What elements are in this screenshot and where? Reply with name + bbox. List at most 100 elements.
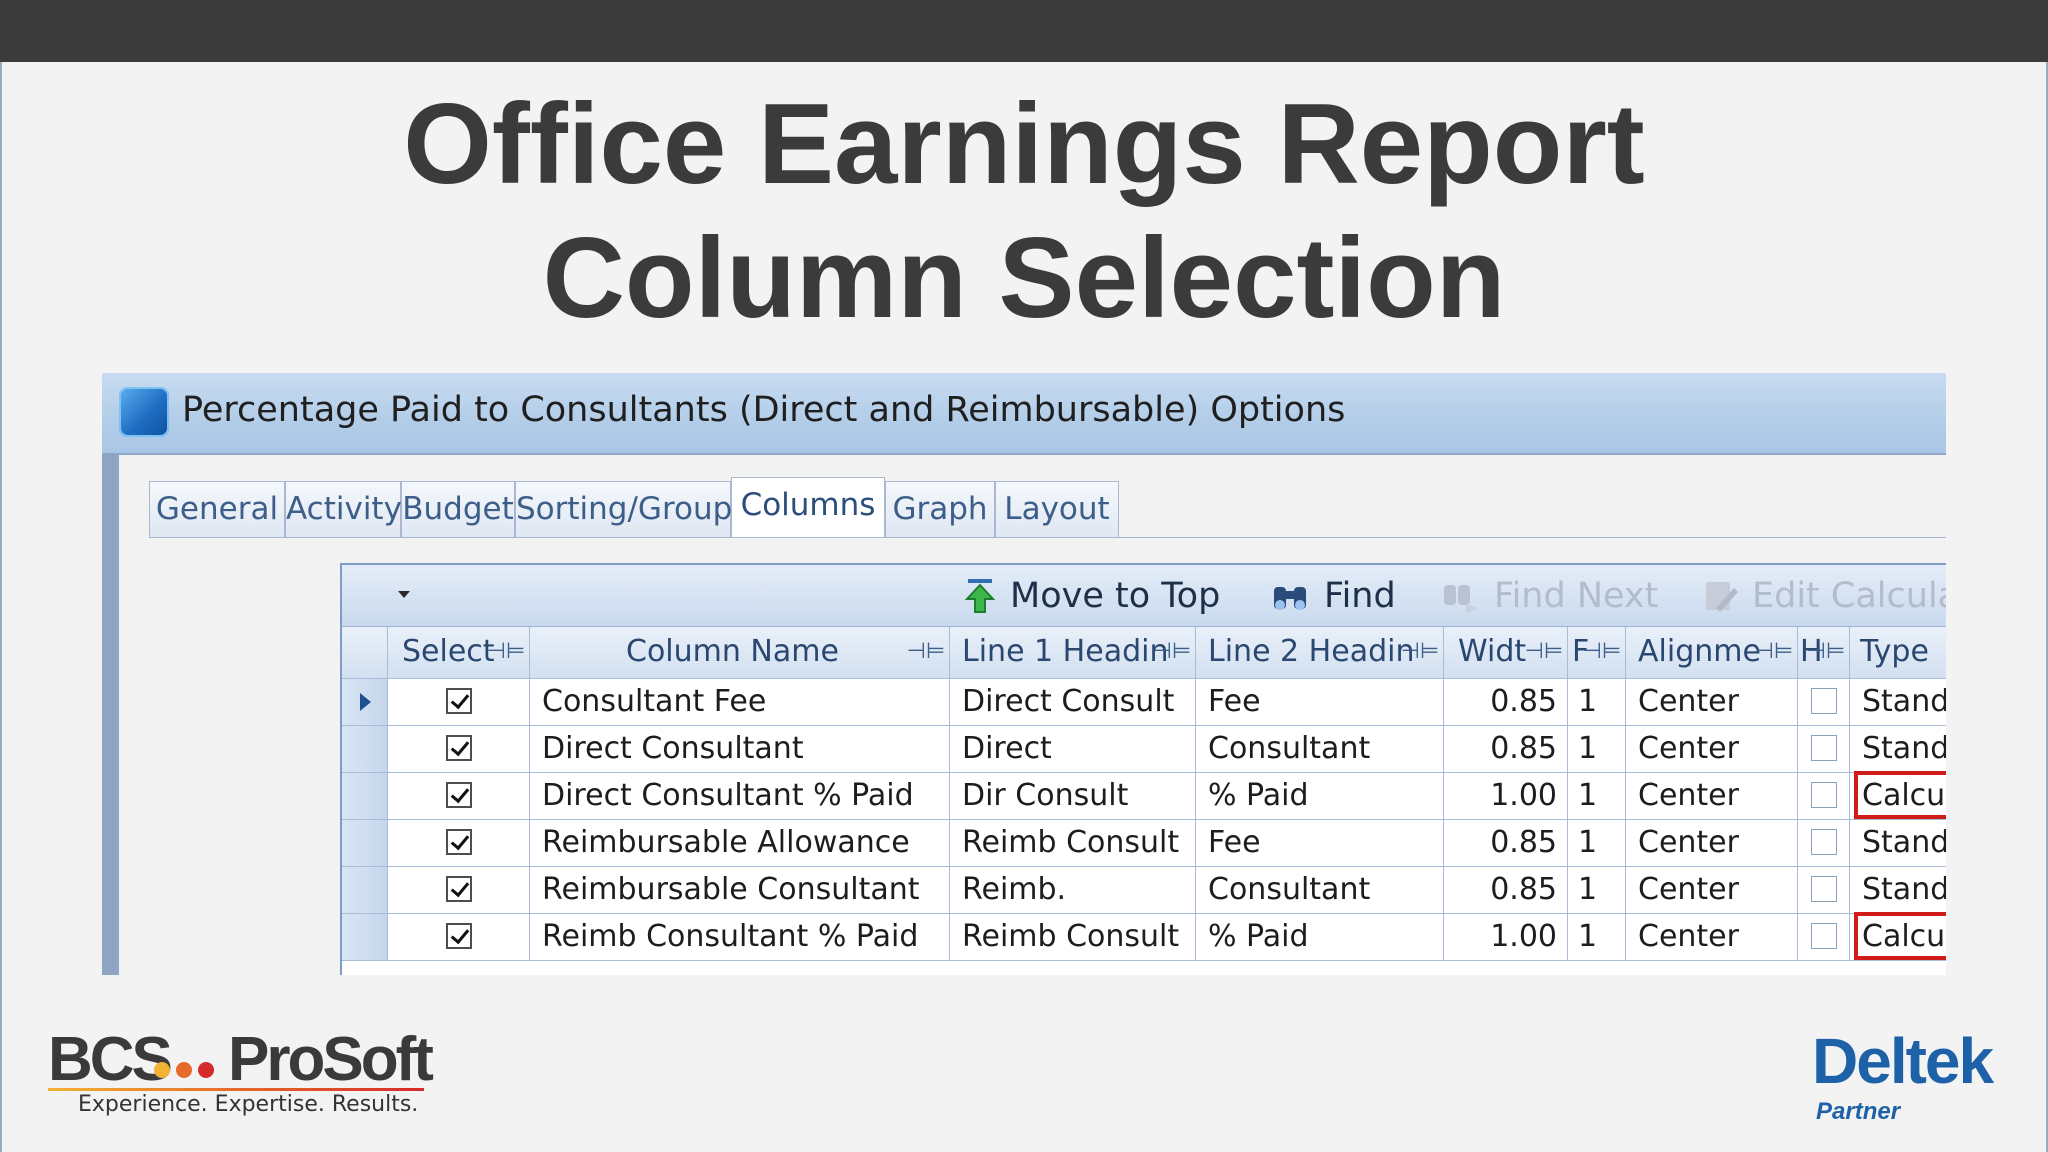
hidden-checkbox[interactable]: [1810, 734, 1837, 761]
alignment-cell[interactable]: Center: [1626, 820, 1798, 867]
type-cell[interactable]: Standard: [1850, 679, 1946, 726]
table-row[interactable]: Reimbursable Allowance Reimb Consult Fee 0.…: [342, 820, 1946, 867]
f-cell[interactable]: 1: [1568, 773, 1626, 820]
line1-cell[interactable]: Dir Consult: [950, 773, 1196, 820]
column-name-cell[interactable]: Reimbursable Allowance: [530, 820, 950, 867]
hidden-checkbox[interactable]: [1810, 922, 1837, 949]
line1-cell[interactable]: Direct Consult: [950, 679, 1196, 726]
hidden-cell[interactable]: [1798, 726, 1850, 773]
type-cell[interactable]: Standard: [1850, 726, 1946, 773]
pin-icon[interactable]: ⊣⊨: [487, 627, 525, 677]
hidden-checkbox[interactable]: [1810, 781, 1837, 808]
hidden-cell[interactable]: [1798, 679, 1850, 726]
line2-cell[interactable]: % Paid: [1196, 773, 1444, 820]
header-type[interactable]: Type: [1850, 627, 1946, 679]
row-selector[interactable]: [342, 914, 388, 961]
select-checkbox[interactable]: [445, 875, 472, 902]
hidden-cell[interactable]: [1798, 867, 1850, 914]
hidden-checkbox[interactable]: [1810, 687, 1837, 714]
alignment-cell[interactable]: Center: [1626, 867, 1798, 914]
f-cell[interactable]: 1: [1568, 820, 1626, 867]
column-name-cell[interactable]: Reimbursable Consultant: [530, 867, 950, 914]
pin-icon[interactable]: ⊣⊨: [1755, 627, 1793, 677]
select-cell[interactable]: [388, 914, 530, 961]
line2-cell[interactable]: Consultant: [1196, 867, 1444, 914]
select-checkbox[interactable]: [445, 734, 472, 761]
alignment-cell[interactable]: Center: [1626, 773, 1798, 820]
edit-calculation-button[interactable]: Edit Calculation: [1702, 573, 1946, 619]
header-h[interactable]: H ⊣⊨: [1798, 627, 1850, 679]
alignment-cell[interactable]: Center: [1626, 679, 1798, 726]
line2-cell[interactable]: % Paid: [1196, 914, 1444, 961]
pin-icon[interactable]: ⊣⊨: [1583, 627, 1621, 677]
hidden-cell[interactable]: [1798, 773, 1850, 820]
row-selector[interactable]: [342, 867, 388, 914]
tab-budget[interactable]: Budget: [401, 481, 515, 537]
select-checkbox[interactable]: [445, 687, 472, 714]
column-name-cell[interactable]: Consultant Fee: [530, 679, 950, 726]
move-to-top-button[interactable]: Move to Top: [964, 573, 1220, 619]
pin-icon[interactable]: ⊣⊨: [1525, 627, 1563, 677]
line2-cell[interactable]: Fee: [1196, 679, 1444, 726]
hidden-checkbox[interactable]: [1810, 828, 1837, 855]
width-cell[interactable]: 1.00: [1444, 773, 1568, 820]
find-next-button[interactable]: Find Next: [1440, 573, 1658, 619]
f-cell[interactable]: 1: [1568, 867, 1626, 914]
select-checkbox[interactable]: [445, 781, 472, 808]
tab-graph[interactable]: Graph: [885, 481, 995, 537]
f-cell[interactable]: 1: [1568, 914, 1626, 961]
select-cell[interactable]: [388, 679, 530, 726]
header-width[interactable]: Widt ⊣⊨: [1444, 627, 1568, 679]
pin-icon[interactable]: ⊣⊨: [907, 627, 945, 677]
dropdown-arrow-icon[interactable]: [398, 591, 410, 598]
table-row[interactable]: Reimbursable Consultant Reimb. Consultant 0…: [342, 867, 1946, 914]
line1-cell[interactable]: Reimb.: [950, 867, 1196, 914]
width-cell[interactable]: 0.85: [1444, 726, 1568, 773]
line1-cell[interactable]: Direct: [950, 726, 1196, 773]
select-checkbox[interactable]: [445, 828, 472, 855]
pin-icon[interactable]: ⊣⊨: [1807, 627, 1845, 677]
select-cell[interactable]: [388, 773, 530, 820]
header-select[interactable]: Select ⊣⊨: [388, 627, 530, 679]
pin-icon[interactable]: ⊣⊨: [1153, 627, 1191, 677]
table-row[interactable]: Direct Consultant Direct Consultant 0.85 1 Ce…: [342, 726, 1946, 773]
header-column-name[interactable]: Column Name ⊣⊨: [530, 627, 950, 679]
hidden-cell[interactable]: [1798, 914, 1850, 961]
tab-general[interactable]: General: [149, 481, 285, 537]
select-checkbox[interactable]: [445, 922, 472, 949]
find-button[interactable]: Find: [1270, 573, 1396, 619]
width-cell[interactable]: 0.85: [1444, 867, 1568, 914]
pin-icon[interactable]: ⊣⊨: [1401, 627, 1439, 677]
row-selector[interactable]: [342, 773, 388, 820]
header-line1[interactable]: Line 1 Headin ⊣⊨: [950, 627, 1196, 679]
header-f[interactable]: F ⊣⊨: [1568, 627, 1626, 679]
row-selector[interactable]: [342, 679, 388, 726]
tab-columns[interactable]: Columns: [731, 477, 885, 537]
alignment-cell[interactable]: Center: [1626, 726, 1798, 773]
table-row[interactable]: Direct Consultant % Paid Dir Consult% Pai…: [342, 771, 1946, 820]
header-alignment[interactable]: Alignme ⊣⊨: [1626, 627, 1798, 679]
line2-cell[interactable]: Fee: [1196, 820, 1444, 867]
select-cell[interactable]: [388, 867, 530, 914]
alignment-cell[interactable]: Center: [1626, 914, 1798, 961]
select-cell[interactable]: [388, 820, 530, 867]
line1-cell[interactable]: Reimb Consult: [950, 820, 1196, 867]
select-cell[interactable]: [388, 726, 530, 773]
tab-layout[interactable]: Layout: [995, 481, 1119, 537]
width-cell[interactable]: 0.85: [1444, 820, 1568, 867]
tab-activity[interactable]: Activity: [285, 481, 402, 537]
row-selector[interactable]: [342, 820, 388, 867]
type-cell[interactable]: Standard: [1850, 867, 1946, 914]
width-cell[interactable]: 1.00: [1444, 914, 1568, 961]
line2-cell[interactable]: Consultant: [1196, 726, 1444, 773]
line1-cell[interactable]: Reimb Consult: [950, 914, 1196, 961]
table-row[interactable]: Consultant Fee Direct Consult Fee 0.85 1 Cent…: [342, 679, 1946, 726]
width-cell[interactable]: 0.85: [1444, 679, 1568, 726]
table-row[interactable]: Reimb Consultant % Paid Reimb Consult% Pa…: [342, 912, 1946, 961]
f-cell[interactable]: 1: [1568, 679, 1626, 726]
hidden-cell[interactable]: [1798, 820, 1850, 867]
column-name-cell[interactable]: Reimb Consultant % Paid: [530, 914, 950, 961]
row-selector[interactable]: [342, 726, 388, 773]
column-name-cell[interactable]: Direct Consultant % Paid: [530, 773, 950, 820]
tab-sorting-grouping[interactable]: Sorting/Grouping: [515, 481, 780, 537]
